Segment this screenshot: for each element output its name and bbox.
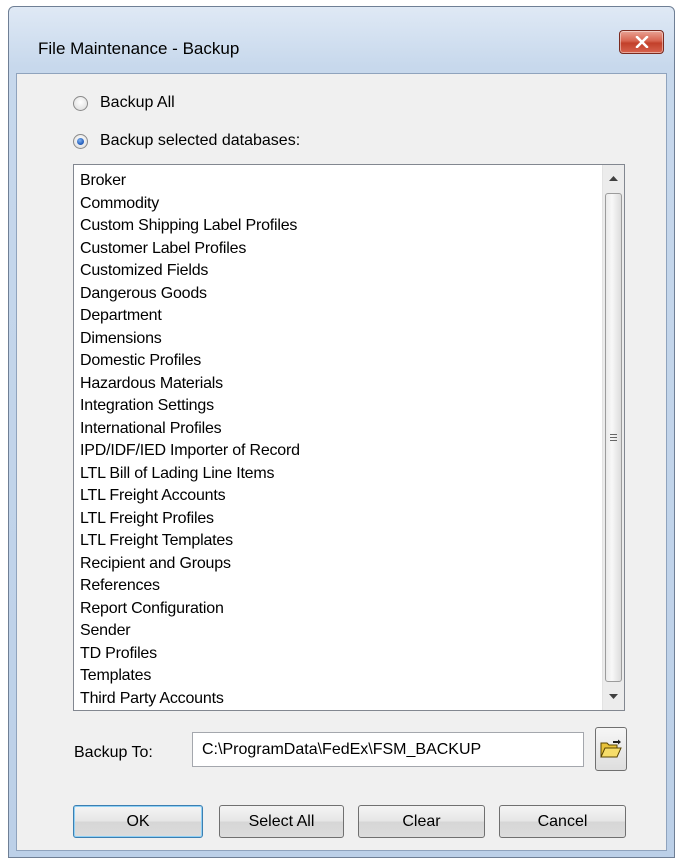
database-list-item[interactable]: Custom Shipping Label Profiles <box>80 215 598 238</box>
database-list-item[interactable]: Domestic Profiles <box>80 350 598 373</box>
database-list-item[interactable]: References <box>80 575 598 598</box>
database-list-item[interactable]: Third Party Accounts <box>80 688 598 711</box>
select-all-button[interactable]: Select All <box>219 805 344 838</box>
backup-all-option[interactable]: Backup All <box>73 94 175 112</box>
backup-selected-option[interactable]: Backup selected databases: <box>73 132 300 150</box>
clear-button[interactable]: Clear <box>358 805 485 838</box>
database-list-item[interactable]: LTL Freight Templates <box>80 530 598 553</box>
database-list-item[interactable]: Department <box>80 305 598 328</box>
database-list-item[interactable]: Report Configuration <box>80 598 598 621</box>
database-list-item[interactable]: Hazardous Materials <box>80 373 598 396</box>
open-folder-icon <box>600 739 622 758</box>
title-bar[interactable]: File Maintenance - Backup <box>9 7 674 73</box>
backup-selected-label: Backup selected databases: <box>100 132 301 149</box>
backup-dialog: File Maintenance - Backup Backup All Bac… <box>8 6 675 858</box>
database-list-item[interactable]: Sender <box>80 620 598 643</box>
database-list-item[interactable]: Dangerous Goods <box>80 283 598 306</box>
close-icon <box>635 36 648 48</box>
database-list-item[interactable]: Customized Fields <box>80 260 598 283</box>
ok-button[interactable]: OK <box>73 805 203 838</box>
database-list-item[interactable]: Broker <box>80 170 598 193</box>
backup-to-label: Backup To: <box>74 744 153 761</box>
backup-selected-radio[interactable] <box>73 133 88 149</box>
database-list-item[interactable]: LTL Bill of Lading Line Items <box>80 463 598 486</box>
database-list-item[interactable]: LTL Freight Accounts <box>80 485 598 508</box>
backup-all-radio[interactable] <box>73 95 88 111</box>
browse-folder-button[interactable] <box>595 727 627 771</box>
backup-all-label: Backup All <box>100 94 175 111</box>
scroll-up-button[interactable] <box>603 167 624 189</box>
database-list-item[interactable]: Commodity <box>80 193 598 216</box>
database-listbox[interactable]: Broker Commodity Custom Shipping Label Pro… <box>73 164 625 711</box>
close-button[interactable] <box>619 30 664 54</box>
dialog-body: Backup All Backup selected databases: Br… <box>16 73 667 851</box>
scroll-thumb[interactable] <box>605 193 622 682</box>
scroll-down-button[interactable] <box>603 686 624 708</box>
database-list-item[interactable]: Recipient and Groups <box>80 553 598 576</box>
database-list: Broker Commodity Custom Shipping Label Pro… <box>80 170 598 710</box>
cancel-button[interactable]: Cancel <box>499 805 626 838</box>
database-list-item[interactable]: Templates <box>80 665 598 688</box>
backup-path-input[interactable]: C:\ProgramData\FedEx\FSM_BACKUP <box>192 732 584 767</box>
database-list-item[interactable]: Integration Settings <box>80 395 598 418</box>
database-list-item[interactable]: IPD/IDF/IED Importer of Record <box>80 440 598 463</box>
database-list-item[interactable]: LTL Freight Profiles <box>80 508 598 531</box>
scroll-thumb-grip <box>610 434 617 441</box>
database-list-item[interactable]: Dimensions <box>80 328 598 351</box>
window-title: File Maintenance - Backup <box>38 39 240 58</box>
scroll-up-arrow-icon <box>609 176 618 181</box>
database-list-item[interactable]: Customer Label Profiles <box>80 238 598 261</box>
listbox-scrollbar[interactable] <box>602 165 624 710</box>
database-list-item[interactable]: International Profiles <box>80 418 598 441</box>
scroll-down-arrow-icon <box>609 694 618 699</box>
database-list-item[interactable]: TD Profiles <box>80 643 598 666</box>
